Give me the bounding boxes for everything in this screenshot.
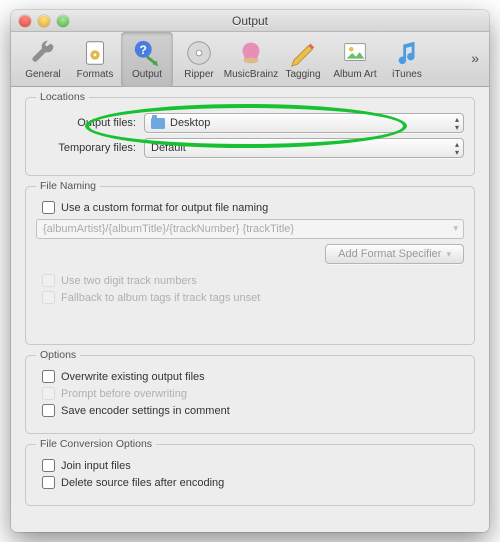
tab-general[interactable]: General xyxy=(17,32,69,87)
format-field[interactable]: {albumArtist}/{albumTitle}/{trackNumber}… xyxy=(36,219,464,239)
group-title: File Naming xyxy=(36,180,100,192)
tab-label: Output xyxy=(132,69,162,80)
button-label: Add Format Specifier xyxy=(338,248,441,260)
tab-output[interactable]: ? Output xyxy=(121,32,173,87)
tab-label: Tagging xyxy=(285,69,320,80)
toolbar: General Formats ? Output Ripper MusicBra… xyxy=(11,32,489,87)
group-title: Options xyxy=(36,349,80,361)
content: Locations Output files: Desktop ▴▾ Tempo… xyxy=(11,87,489,532)
checkbox-label: Fallback to album tags if track tags uns… xyxy=(61,292,260,304)
wrench-icon xyxy=(28,38,58,68)
group-locations: Locations Output files: Desktop ▴▾ Tempo… xyxy=(25,97,475,176)
preferences-window: Output General Formats ? Output Ripper M… xyxy=(11,10,489,532)
row-output-files: Output files: Desktop ▴▾ xyxy=(36,113,464,133)
checkbox-label: Save encoder settings in comment xyxy=(61,405,230,417)
tab-label: MusicBrainz xyxy=(224,69,278,80)
pencil-icon xyxy=(288,38,318,68)
checkbox-input[interactable] xyxy=(42,459,55,472)
tab-label: General xyxy=(25,69,61,80)
checkbox-save-encoder[interactable]: Save encoder settings in comment xyxy=(42,404,464,417)
checkbox-input[interactable] xyxy=(42,370,55,383)
checkbox-two-digit: Use two digit track numbers xyxy=(42,274,464,287)
tab-label: iTunes xyxy=(392,69,422,80)
row-temp-files: Temporary files: Default ▴▾ xyxy=(36,138,464,158)
tab-tagging[interactable]: Tagging xyxy=(277,32,329,87)
popup-value: Default xyxy=(151,142,186,154)
tab-musicbrainz[interactable]: MusicBrainz xyxy=(225,32,277,87)
checkbox-join[interactable]: Join input files xyxy=(42,459,464,472)
format-value: {albumArtist}/{albumTitle}/{trackNumber}… xyxy=(43,223,294,235)
checkbox-fallback: Fallback to album tags if track tags uns… xyxy=(42,291,464,304)
chevron-updown-icon: ▴▾ xyxy=(455,141,459,157)
tab-label: Album Art xyxy=(333,69,376,80)
tab-label: Formats xyxy=(77,69,114,80)
checkbox-input[interactable] xyxy=(42,476,55,489)
checkbox-input xyxy=(42,274,55,287)
label-output-files: Output files: xyxy=(36,117,144,129)
checkbox-input[interactable] xyxy=(42,404,55,417)
checkbox-overwrite[interactable]: Overwrite existing output files xyxy=(42,370,464,383)
popup-temp-files[interactable]: Default ▴▾ xyxy=(144,138,464,158)
add-format-specifier-button[interactable]: Add Format Specifier ▾ xyxy=(325,244,464,264)
tab-album-art[interactable]: Album Art xyxy=(329,32,381,87)
disc-icon xyxy=(184,38,214,68)
checkbox-input xyxy=(42,387,55,400)
popup-value: Desktop xyxy=(170,117,210,129)
label-temp-files: Temporary files: xyxy=(36,142,144,154)
group-naming: File Naming Use a custom format for outp… xyxy=(25,186,475,345)
checkbox-label: Join input files xyxy=(61,460,131,472)
image-icon xyxy=(340,38,370,68)
chevron-down-icon: ▾ xyxy=(453,223,458,234)
tab-formats[interactable]: Formats xyxy=(69,32,121,87)
checkbox-label: Use two digit track numbers xyxy=(61,275,197,287)
folder-icon xyxy=(151,118,165,129)
tab-itunes[interactable]: iTunes xyxy=(381,32,433,87)
overflow-icon[interactable]: » xyxy=(471,50,479,66)
brain-icon xyxy=(236,38,266,68)
checkbox-label: Use a custom format for output file nami… xyxy=(61,202,268,214)
svg-text:?: ? xyxy=(140,43,147,57)
checkbox-input xyxy=(42,291,55,304)
titlebar: Output xyxy=(11,10,489,32)
help-arrow-icon: ? xyxy=(132,38,162,68)
chevron-down-icon: ▾ xyxy=(446,249,451,260)
music-note-icon xyxy=(392,38,422,68)
checkbox-label: Prompt before overwriting xyxy=(61,388,187,400)
checkbox-label: Overwrite existing output files xyxy=(61,371,205,383)
checkbox-delete-source[interactable]: Delete source files after encoding xyxy=(42,476,464,489)
checkbox-custom-format[interactable]: Use a custom format for output file nami… xyxy=(42,201,464,214)
group-conversion: File Conversion Options Join input files… xyxy=(25,444,475,506)
group-title: Locations xyxy=(36,91,89,103)
window-title: Output xyxy=(11,14,489,28)
checkbox-label: Delete source files after encoding xyxy=(61,477,224,489)
tab-label: Ripper xyxy=(184,69,213,80)
group-options: Options Overwrite existing output files … xyxy=(25,355,475,434)
checkbox-prompt: Prompt before overwriting xyxy=(42,387,464,400)
document-icon xyxy=(80,38,110,68)
checkbox-input[interactable] xyxy=(42,201,55,214)
group-title: File Conversion Options xyxy=(36,438,156,450)
popup-output-files[interactable]: Desktop ▴▾ xyxy=(144,113,464,133)
chevron-updown-icon: ▴▾ xyxy=(455,116,459,132)
tab-ripper[interactable]: Ripper xyxy=(173,32,225,87)
